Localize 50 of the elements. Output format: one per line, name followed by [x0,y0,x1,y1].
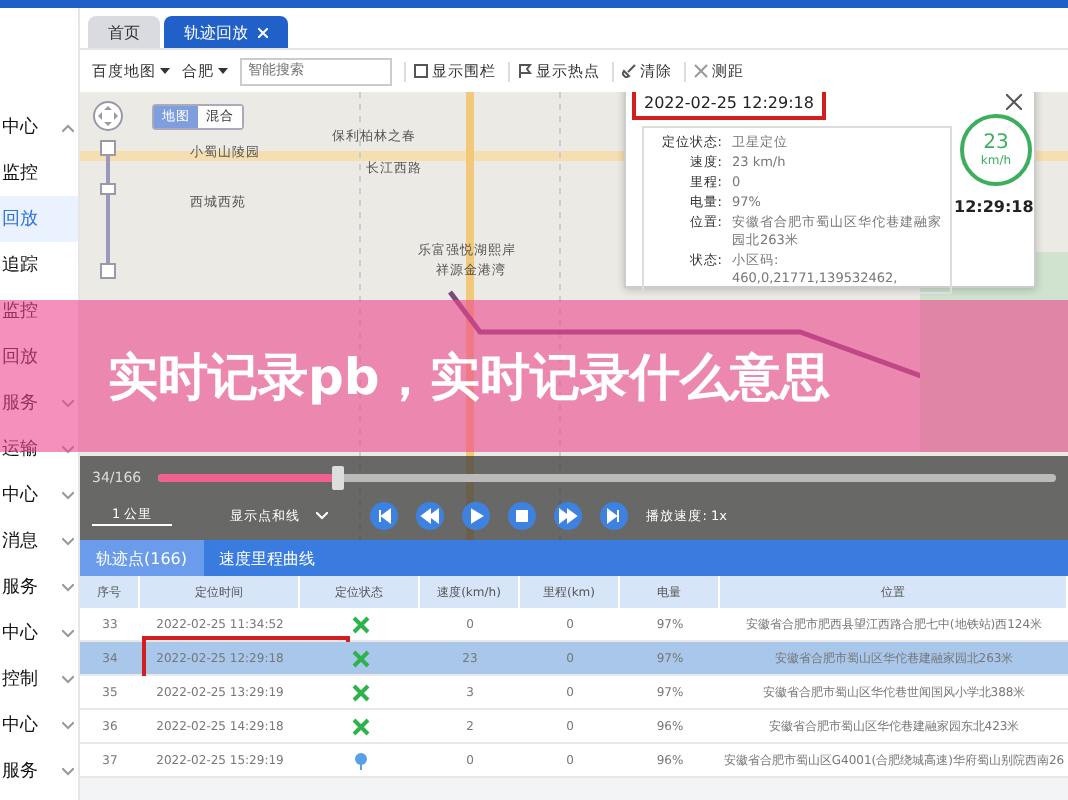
square-icon [414,64,428,78]
chevron-icon [62,629,74,637]
banner-title: 实时记录pb，实时记录什么意思 [108,345,830,409]
chevron-icon [62,675,74,683]
table-tab[interactable]: 速度里程曲线 [203,540,332,576]
chevron-icon [62,537,74,545]
skip-back-icon [374,506,395,526]
chevron-icon [62,445,74,453]
sidebar-item[interactable]: 控制 [0,656,78,702]
caret-icon [160,68,170,74]
sidebar-item[interactable]: 中心 [0,104,78,150]
clock-time: 12:29:18 [954,198,1034,216]
flag-icon [518,64,532,78]
chevron-icon [62,491,74,499]
sidebar-item[interactable]: 回放 [0,196,78,242]
sidebar-item[interactable]: 服务 [0,564,78,610]
sidebar-item[interactable]: 服务 [0,748,78,794]
zoom-slider-icon[interactable] [100,140,116,280]
pin-icon [353,751,367,769]
chevron-icon [62,399,74,407]
rewind-button[interactable] [416,502,445,530]
close-icon[interactable] [1006,94,1022,110]
sidebar-item[interactable]: 中心 [0,702,78,748]
chevron-icon [62,123,74,131]
sidebar-item[interactable]: 中心 [0,472,78,518]
skip-forward-icon [604,506,625,526]
stop-icon [512,506,533,526]
play-button[interactable] [462,502,491,530]
tab[interactable]: 首页 [88,16,160,48]
progress-thumb[interactable] [331,466,343,490]
skip-back-button[interactable] [370,502,399,530]
sidebar-item[interactable]: 监控 [0,150,78,196]
play-icon [466,506,487,526]
fast-forward-button[interactable] [554,502,583,530]
broom-icon [622,64,636,78]
chevron-icon [62,583,74,591]
rewind-icon [420,506,441,526]
chevron-icon [316,512,329,520]
stop-button[interactable] [508,502,537,530]
chevron-icon [62,721,74,729]
caret-icon [218,68,228,74]
sidebar-item[interactable]: 追踪 [0,242,78,288]
sidebar-item[interactable]: 中心 [0,610,78,656]
pan-control-icon[interactable] [92,100,124,132]
fast-forward-icon [558,506,579,526]
chevron-icon [62,767,74,775]
popup-time: 2022-02-25 12:29:18 [632,92,826,120]
skip-forward-button[interactable] [600,502,629,530]
tab[interactable]: 轨迹回放 [164,16,288,48]
sidebar-item[interactable]: 消息 [0,518,78,564]
